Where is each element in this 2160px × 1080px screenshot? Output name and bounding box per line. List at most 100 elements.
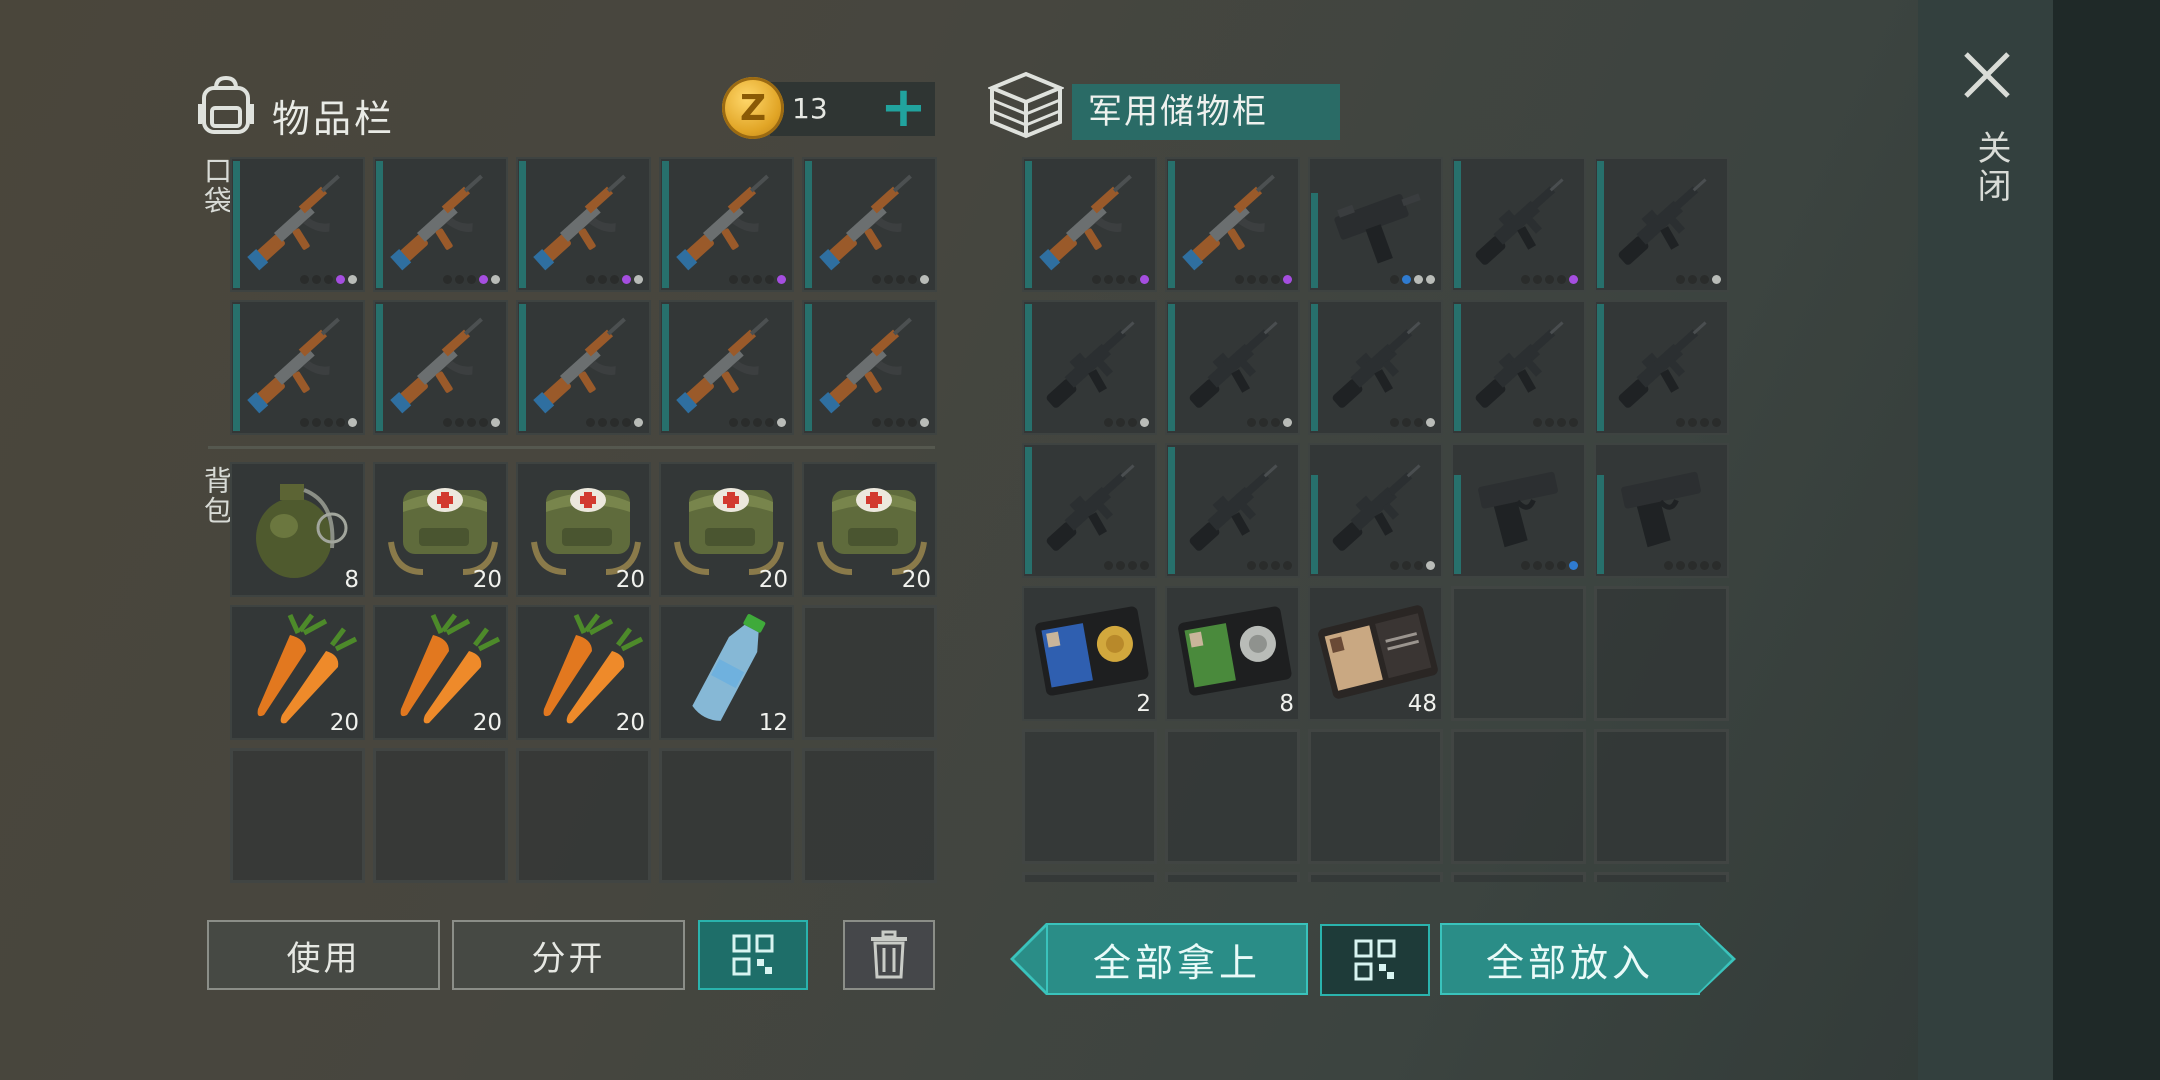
mod-dots xyxy=(1676,418,1721,427)
container-slot[interactable] xyxy=(1165,300,1300,435)
container-slot[interactable]: 48 xyxy=(1308,586,1443,721)
uzi-icon xyxy=(1318,163,1438,281)
container-slot[interactable] xyxy=(1594,872,1729,882)
item-count: 20 xyxy=(615,567,645,593)
container-slot[interactable] xyxy=(1594,157,1729,292)
ak-rifle-icon xyxy=(1175,163,1295,281)
close-label[interactable]: 关闭 xyxy=(1967,130,2016,206)
container-slot[interactable] xyxy=(1165,872,1300,882)
container-slot[interactable]: 8 xyxy=(1165,586,1300,721)
backpack-slot[interactable] xyxy=(373,748,508,883)
durability-bar xyxy=(1168,304,1175,431)
put-all-label: 全部放入 xyxy=(1440,923,1700,995)
mod-dots xyxy=(872,418,929,427)
backpack-slot[interactable]: 20 xyxy=(516,605,651,740)
pocket-slot[interactable] xyxy=(802,157,937,292)
container-slot[interactable] xyxy=(1451,157,1586,292)
durability-bar xyxy=(1025,304,1032,431)
container-slot[interactable] xyxy=(1022,872,1157,882)
add-coins-button[interactable]: + xyxy=(880,80,927,136)
m16-rifle-icon xyxy=(1461,163,1581,281)
backpack-grid: 8 20 20 20 20 20 20 20 12 xyxy=(230,462,937,883)
ak-rifle-icon xyxy=(240,163,360,281)
backpack-slot[interactable]: 20 xyxy=(230,605,365,740)
pocket-slot[interactable] xyxy=(802,300,937,435)
durability-bar xyxy=(1454,475,1461,574)
pocket-slot[interactable] xyxy=(230,300,365,435)
container-slot[interactable] xyxy=(1165,443,1300,578)
backpack-slot[interactable]: 12 xyxy=(659,605,794,740)
container-slot[interactable] xyxy=(1451,300,1586,435)
backpack-slot[interactable] xyxy=(516,748,651,883)
container-slot[interactable] xyxy=(1022,300,1157,435)
backpack-slot[interactable]: 20 xyxy=(802,462,937,597)
durability-bar xyxy=(1454,161,1461,288)
pocket-slot[interactable] xyxy=(659,300,794,435)
m16-rifle-icon xyxy=(1032,449,1152,567)
backpack-slot[interactable] xyxy=(802,748,937,883)
container-slot[interactable] xyxy=(1308,443,1443,578)
use-button[interactable]: 使用 xyxy=(207,920,440,990)
pocket-slot[interactable] xyxy=(230,157,365,292)
container-slot[interactable] xyxy=(1594,300,1729,435)
mod-dots xyxy=(1104,561,1149,570)
container-slot[interactable] xyxy=(1451,729,1586,864)
mod-dots xyxy=(1533,418,1578,427)
container-slot[interactable] xyxy=(1308,300,1443,435)
inventory-title: 物品栏 xyxy=(272,97,396,141)
container-slot[interactable] xyxy=(1165,157,1300,292)
mod-dots xyxy=(586,275,643,284)
trash-icon xyxy=(871,930,907,979)
pocket-slot[interactable] xyxy=(659,157,794,292)
m16-rifle-icon xyxy=(1604,306,1724,424)
container-slot[interactable] xyxy=(1308,729,1443,864)
container-slot[interactable] xyxy=(1451,586,1586,721)
mod-dots xyxy=(729,275,786,284)
durability-bar xyxy=(233,304,240,431)
backpack-slot[interactable]: 20 xyxy=(373,605,508,740)
container-slot[interactable]: 2 xyxy=(1022,586,1157,721)
container-slot[interactable] xyxy=(1022,729,1157,864)
coin-count: 13 xyxy=(792,92,828,125)
durability-bar xyxy=(805,304,812,431)
sort-inventory-button[interactable] xyxy=(698,920,808,990)
container-slot[interactable] xyxy=(1451,872,1586,882)
sort-container-button[interactable] xyxy=(1320,924,1430,996)
container-slot[interactable] xyxy=(1165,729,1300,864)
backpack-slot[interactable] xyxy=(802,605,937,740)
container-slot[interactable] xyxy=(1594,586,1729,721)
item-count: 12 xyxy=(758,710,788,736)
container-slot[interactable] xyxy=(1308,872,1443,882)
container-slot[interactable] xyxy=(1022,157,1157,292)
mod-dots xyxy=(586,418,643,427)
container-slot[interactable] xyxy=(1451,443,1586,578)
pocket-slot[interactable] xyxy=(373,300,508,435)
pocket-slot[interactable] xyxy=(516,157,651,292)
split-button[interactable]: 分开 xyxy=(452,920,685,990)
grid-sort-icon xyxy=(1354,939,1396,981)
container-slot[interactable] xyxy=(1594,729,1729,864)
item-count: 48 xyxy=(1407,691,1437,717)
container-slot[interactable] xyxy=(1594,443,1729,578)
container-slot[interactable] xyxy=(1022,443,1157,578)
ak-rifle-icon xyxy=(383,306,503,424)
backpack-slot[interactable] xyxy=(659,748,794,883)
backpack-slot[interactable] xyxy=(230,748,365,883)
m16-rifle-icon xyxy=(1461,306,1581,424)
durability-bar xyxy=(805,161,812,288)
pocket-slot[interactable] xyxy=(373,157,508,292)
mod-dots xyxy=(443,275,500,284)
trash-button[interactable] xyxy=(843,920,935,990)
item-count: 20 xyxy=(901,567,931,593)
pocket-slot[interactable] xyxy=(516,300,651,435)
ak-rifle-icon xyxy=(526,306,646,424)
close-icon[interactable] xyxy=(1962,50,2012,100)
backpack-slot[interactable]: 20 xyxy=(373,462,508,597)
mod-dots xyxy=(729,418,786,427)
mod-dots xyxy=(1390,418,1435,427)
backpack-slot[interactable]: 20 xyxy=(516,462,651,597)
container-slot[interactable] xyxy=(1308,157,1443,292)
backpack-slot[interactable]: 8 xyxy=(230,462,365,597)
item-count: 20 xyxy=(615,710,645,736)
backpack-slot[interactable]: 20 xyxy=(659,462,794,597)
